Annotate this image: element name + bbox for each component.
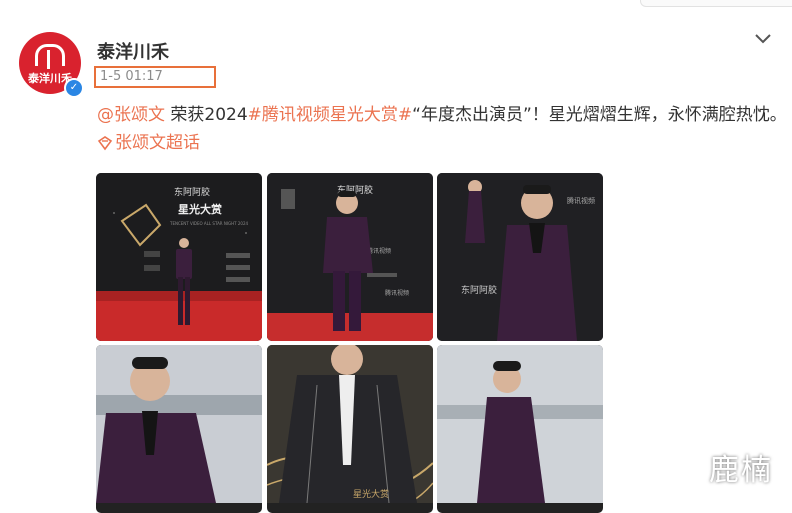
verified-badge-icon: ✓ — [64, 78, 84, 98]
supertopic-link[interactable]: 张颂文超话 — [97, 133, 200, 153]
backdrop-platform-2: 腾讯视频 — [385, 289, 409, 297]
avatar-logo-icon — [35, 44, 65, 69]
top-bar-edge — [640, 0, 792, 7]
backdrop-event-en: TENCENT VIDEO ALL STAR NIGHT 2024 — [169, 221, 248, 226]
photo-2[interactable]: 东阿阿胶 腾讯视频 腾讯视频 — [267, 173, 433, 341]
backdrop-event: 星光大赏 — [178, 202, 222, 216]
chevron-down-icon[interactable] — [752, 28, 774, 50]
post-text-part2: “年度杰出演员”！星光熠熠生辉，永怀满腔热忱。 — [412, 105, 787, 125]
backdrop-platform-3: 腾讯视频 — [567, 196, 595, 205]
mention-link[interactable]: @张颂文 — [97, 105, 165, 125]
backdrop-sponsor: 东阿阿胶 — [174, 186, 210, 198]
photo-6[interactable] — [437, 345, 603, 513]
watermark-text: 鹿楠 — [709, 453, 773, 488]
backdrop-event-2: 星光大赏 — [353, 488, 389, 500]
supertopic-icon — [97, 136, 113, 151]
backdrop-sponsor-3: 东阿阿胶 — [461, 284, 497, 296]
photo-4[interactable] — [96, 345, 262, 513]
post-text-part1: 荣获2024 — [165, 105, 248, 125]
username[interactable]: 泰洋川禾 — [97, 38, 169, 64]
photo-5[interactable]: 星光大赏 — [267, 345, 433, 513]
photo-3[interactable]: 东阿阿胶 腾讯视频 — [437, 173, 603, 341]
supertopic-label: 张颂文超话 — [115, 133, 200, 153]
photo-1[interactable]: 东阿阿胶 星光大赏 TENCENT VIDEO ALL STAR NIGHT 2… — [96, 173, 262, 341]
hashtag-link[interactable]: #腾讯视频星光大赏# — [248, 105, 413, 125]
post-text: @张颂文 荣获2024#腾讯视频星光大赏#“年度杰出演员”！星光熠熠生辉，永怀满… — [97, 101, 787, 157]
post-timestamp[interactable]: 1-5 01:17 — [94, 66, 216, 88]
